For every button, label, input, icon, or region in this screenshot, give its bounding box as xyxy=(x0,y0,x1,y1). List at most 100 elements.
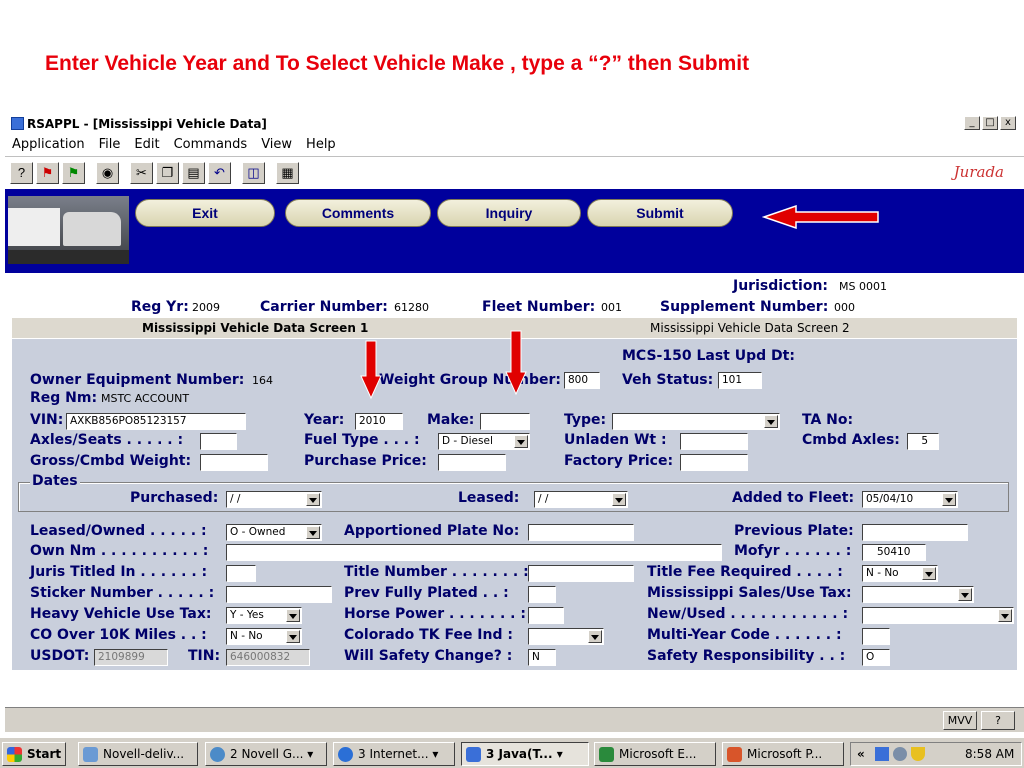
chevron-down-icon[interactable] xyxy=(764,415,778,428)
weight-group-field[interactable]: 800 xyxy=(564,372,600,389)
taskbar: Start Novell-deliv... 2 Novell G... ▾ 3 … xyxy=(0,736,1024,768)
window-titlebar[interactable]: RSAPPL - [Mississippi Vehicle Data] _ □ … xyxy=(5,113,1024,134)
print-icon[interactable]: ◫ xyxy=(242,162,265,184)
mvv-button[interactable]: MVV xyxy=(943,711,977,730)
vin-field[interactable]: AXKB856PO85123157 xyxy=(66,413,246,430)
title-fee-select[interactable]: N - No xyxy=(862,565,938,582)
prev-fully-plated-field[interactable] xyxy=(528,586,556,603)
prev-fully-plated-label: Prev Fully Plated . . : xyxy=(344,585,509,601)
tab-screen-2[interactable]: Mississippi Vehicle Data Screen 2 xyxy=(650,321,850,335)
task-novell-group[interactable]: 2 Novell G... ▾ xyxy=(205,742,327,766)
chevron-down-icon[interactable] xyxy=(998,609,1012,622)
clock[interactable]: 8:58 AM xyxy=(965,743,1014,765)
unladen-wt-field[interactable] xyxy=(680,433,748,450)
cmbd-axles-field[interactable]: 5 xyxy=(907,433,939,450)
task-java-group[interactable]: 3 Java(T... ▾ xyxy=(461,742,589,766)
shield-tray-icon[interactable] xyxy=(911,747,925,761)
chevron-down-icon[interactable] xyxy=(942,493,956,506)
dates-label: Dates xyxy=(30,473,80,489)
menu-file[interactable]: File xyxy=(92,135,128,152)
hvut-select[interactable]: Y - Yes xyxy=(226,607,302,624)
title-number-field[interactable] xyxy=(528,565,634,582)
new-used-select[interactable] xyxy=(862,607,1014,624)
copy-icon[interactable]: ❐ xyxy=(156,162,179,184)
chevron-down-icon[interactable] xyxy=(306,526,320,539)
inquiry-button[interactable]: Inquiry xyxy=(437,199,581,227)
menu-help[interactable]: Help xyxy=(299,135,343,152)
comments-button[interactable]: Comments xyxy=(285,199,431,227)
menu-edit[interactable]: Edit xyxy=(127,135,166,152)
exit-button[interactable]: Exit xyxy=(135,199,275,227)
mcs-150-label: MCS-150 Last Upd Dt: xyxy=(622,348,795,364)
co-over-10k-select[interactable]: N - No xyxy=(226,628,302,645)
added-fleet-select[interactable]: 05/04/10 xyxy=(862,491,958,508)
usdot-label: USDOT: xyxy=(30,648,90,664)
chevron-down-icon[interactable] xyxy=(286,609,300,622)
maximize-button[interactable]: □ xyxy=(982,116,998,130)
task-internet-group[interactable]: 3 Internet... ▾ xyxy=(333,742,455,766)
veh-status-field[interactable]: 101 xyxy=(718,372,762,389)
flag-green-icon[interactable]: ⚑ xyxy=(62,162,85,184)
previous-plate-field[interactable] xyxy=(862,524,968,541)
colorado-tk-select[interactable] xyxy=(528,628,604,645)
year-field[interactable]: 2010 xyxy=(355,413,403,430)
calculator-icon[interactable]: ▦ xyxy=(276,162,299,184)
menu-application[interactable]: Application xyxy=(5,135,92,152)
gross-weight-field[interactable] xyxy=(200,454,268,471)
own-nm-label: Own Nm . . . . . . . . . . : xyxy=(30,543,209,559)
make-field[interactable] xyxy=(480,413,530,430)
help-icon[interactable]: ? xyxy=(10,162,33,184)
chevron-down-icon[interactable] xyxy=(286,630,300,643)
start-button[interactable]: Start xyxy=(2,742,66,766)
apportioned-plate-field[interactable] xyxy=(528,524,634,541)
close-button[interactable]: x xyxy=(1000,116,1016,130)
paste-icon[interactable]: ▤ xyxy=(182,162,205,184)
cmbd-axles-label: Cmbd Axles: xyxy=(802,432,900,448)
cut-icon[interactable]: ✂ xyxy=(130,162,153,184)
menu-commands[interactable]: Commands xyxy=(167,135,255,152)
leased-date-select[interactable]: / / xyxy=(534,491,628,508)
sticker-number-field[interactable] xyxy=(226,586,332,603)
find-icon[interactable]: ◉ xyxy=(96,162,119,184)
purchased-date-select[interactable]: / / xyxy=(226,491,322,508)
mofyr-field[interactable]: 50410 xyxy=(862,544,926,561)
purchase-price-field[interactable] xyxy=(438,454,506,471)
safety-change-field[interactable]: N xyxy=(528,649,556,666)
chevron-down-icon[interactable] xyxy=(612,493,626,506)
chevron-down-icon[interactable] xyxy=(588,630,602,643)
owner-equipment-label: Owner Equipment Number: xyxy=(30,372,245,388)
purchase-price-label: Purchase Price: xyxy=(304,453,427,469)
chevron-down-icon[interactable] xyxy=(958,588,972,601)
task-microsoft-powerpoint[interactable]: Microsoft P... xyxy=(722,742,844,766)
undo-icon[interactable]: ↶ xyxy=(208,162,231,184)
leased-owned-select[interactable]: O - Owned xyxy=(226,524,322,541)
juris-titled-field[interactable] xyxy=(226,565,256,582)
mail-icon xyxy=(83,747,98,762)
ms-sales-tax-select[interactable] xyxy=(862,586,974,603)
submit-button[interactable]: Submit xyxy=(587,199,733,227)
minimize-button[interactable]: _ xyxy=(964,116,980,130)
type-select[interactable] xyxy=(612,413,780,430)
java-icon xyxy=(466,747,481,762)
factory-price-field[interactable] xyxy=(680,454,748,471)
chevron-down-icon[interactable] xyxy=(306,493,320,506)
tab-screen-1[interactable]: Mississippi Vehicle Data Screen 1 xyxy=(142,321,368,335)
tin-field: 646000832 xyxy=(226,649,310,666)
title-number-label: Title Number . . . . . . . : xyxy=(344,564,529,580)
network-tray-icon[interactable] xyxy=(893,747,907,761)
help-button[interactable]: ? xyxy=(981,711,1015,730)
flag-red-icon[interactable]: ⚑ xyxy=(36,162,59,184)
task-microsoft-excel[interactable]: Microsoft E... xyxy=(594,742,716,766)
horse-power-field[interactable] xyxy=(528,607,564,624)
chevron-down-icon[interactable] xyxy=(922,567,936,580)
safety-responsibility-field[interactable]: O xyxy=(862,649,890,666)
tray-expand-icon[interactable]: « xyxy=(857,743,865,765)
axles-seats-field[interactable] xyxy=(200,433,237,450)
own-nm-field[interactable] xyxy=(226,544,722,561)
task-novell-delivery[interactable]: Novell-deliv... xyxy=(78,742,198,766)
fuel-type-select[interactable]: D - Diesel xyxy=(438,433,530,450)
menu-view[interactable]: View xyxy=(254,135,299,152)
multi-year-code-field[interactable] xyxy=(862,628,890,645)
chevron-down-icon[interactable] xyxy=(514,435,528,448)
java-tray-icon[interactable] xyxy=(875,747,889,761)
